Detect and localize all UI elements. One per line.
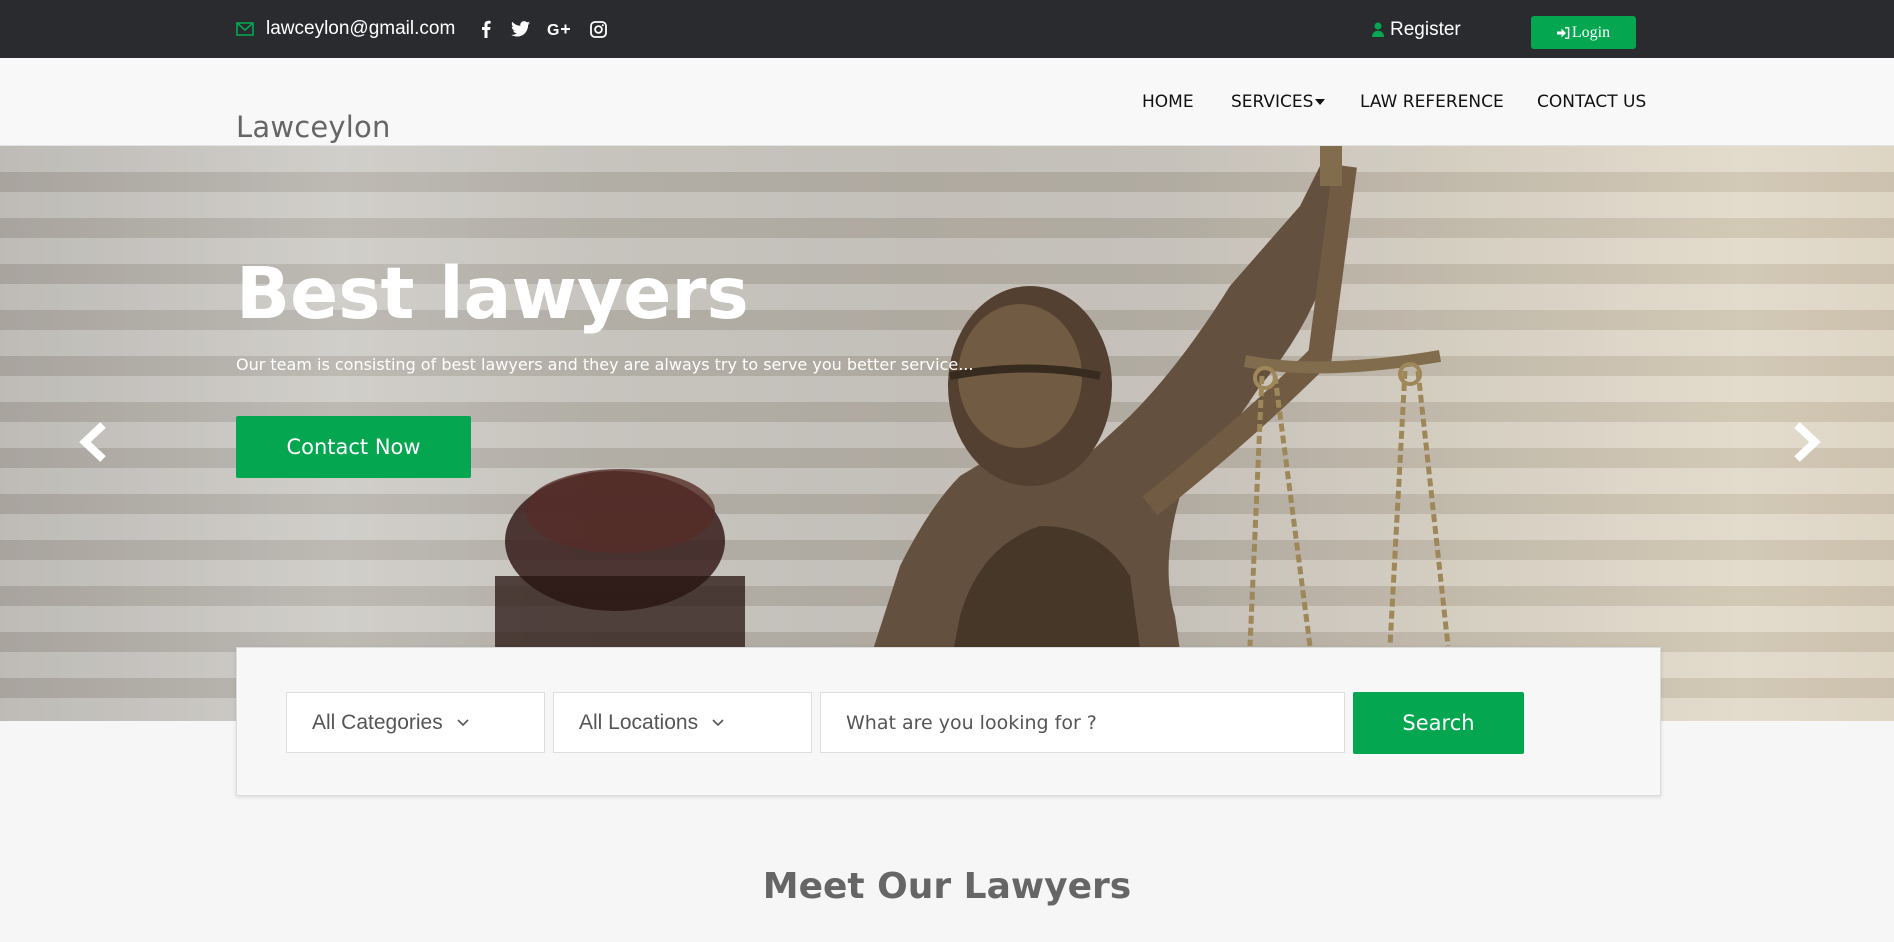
- nav-contact-us-label: CONTACT US: [1537, 92, 1647, 112]
- caret-down-icon: [1315, 99, 1326, 105]
- location-select-value: All Locations: [579, 710, 699, 734]
- login-button[interactable]: Login: [1531, 16, 1636, 49]
- nav-law-reference-label: LAW REFERENCE: [1360, 92, 1504, 112]
- chevron-down-icon: [457, 718, 469, 726]
- google-plus-icon[interactable]: G: [547, 17, 571, 41]
- nav-home[interactable]: HOME: [1142, 90, 1194, 114]
- carousel-prev-arrow[interactable]: [75, 419, 115, 465]
- sign-in-icon: [1556, 26, 1570, 39]
- svg-text:G: G: [547, 22, 559, 37]
- location-select[interactable]: All Locations: [553, 692, 812, 753]
- email-text: lawceylon@gmail.com: [266, 18, 456, 39]
- search-input[interactable]: [820, 692, 1345, 753]
- nav-law-reference[interactable]: LAW REFERENCE: [1360, 90, 1504, 114]
- nav-services-label: SERVICES: [1231, 92, 1314, 112]
- hero-carousel: Best lawyers Our team is consisting of b…: [0, 146, 1894, 721]
- envelope-icon: [236, 22, 254, 36]
- instagram-icon[interactable]: [590, 17, 607, 41]
- nav-contact-us[interactable]: CONTACT US: [1537, 90, 1646, 114]
- contact-email[interactable]: lawceylon@gmail.com: [236, 17, 455, 41]
- chevron-left-icon: [79, 422, 106, 462]
- contact-now-button[interactable]: Contact Now: [236, 416, 471, 478]
- facebook-icon[interactable]: [481, 17, 491, 41]
- site-header: Lawceylon HOME SERVICES LAW REFERENCE CO…: [0, 58, 1894, 146]
- hero-subtitle: Our team is consisting of best lawyers a…: [236, 355, 974, 374]
- category-select-value: All Categories: [312, 710, 443, 734]
- register-label: Register: [1390, 18, 1461, 40]
- nav-home-label: HOME: [1142, 92, 1194, 112]
- login-label: Login: [1571, 23, 1611, 41]
- twitter-icon[interactable]: [511, 17, 530, 41]
- category-select[interactable]: All Categories: [286, 692, 545, 753]
- section-title: Meet Our Lawyers: [762, 866, 1132, 907]
- register-link[interactable]: Register: [1372, 17, 1461, 42]
- search-panel: All Categories All Locations Search: [236, 647, 1661, 796]
- top-bar: lawceylon@gmail.com G Register Login: [0, 0, 1894, 58]
- brand-logo[interactable]: Lawceylon: [236, 110, 391, 144]
- hero-title: Best lawyers: [236, 252, 749, 335]
- chevron-down-icon: [712, 718, 724, 726]
- user-icon: [1372, 22, 1384, 37]
- search-button[interactable]: Search: [1353, 692, 1524, 754]
- nav-services[interactable]: SERVICES: [1231, 90, 1326, 114]
- carousel-next-arrow[interactable]: [1785, 419, 1825, 465]
- chevron-right-icon: [1794, 422, 1821, 462]
